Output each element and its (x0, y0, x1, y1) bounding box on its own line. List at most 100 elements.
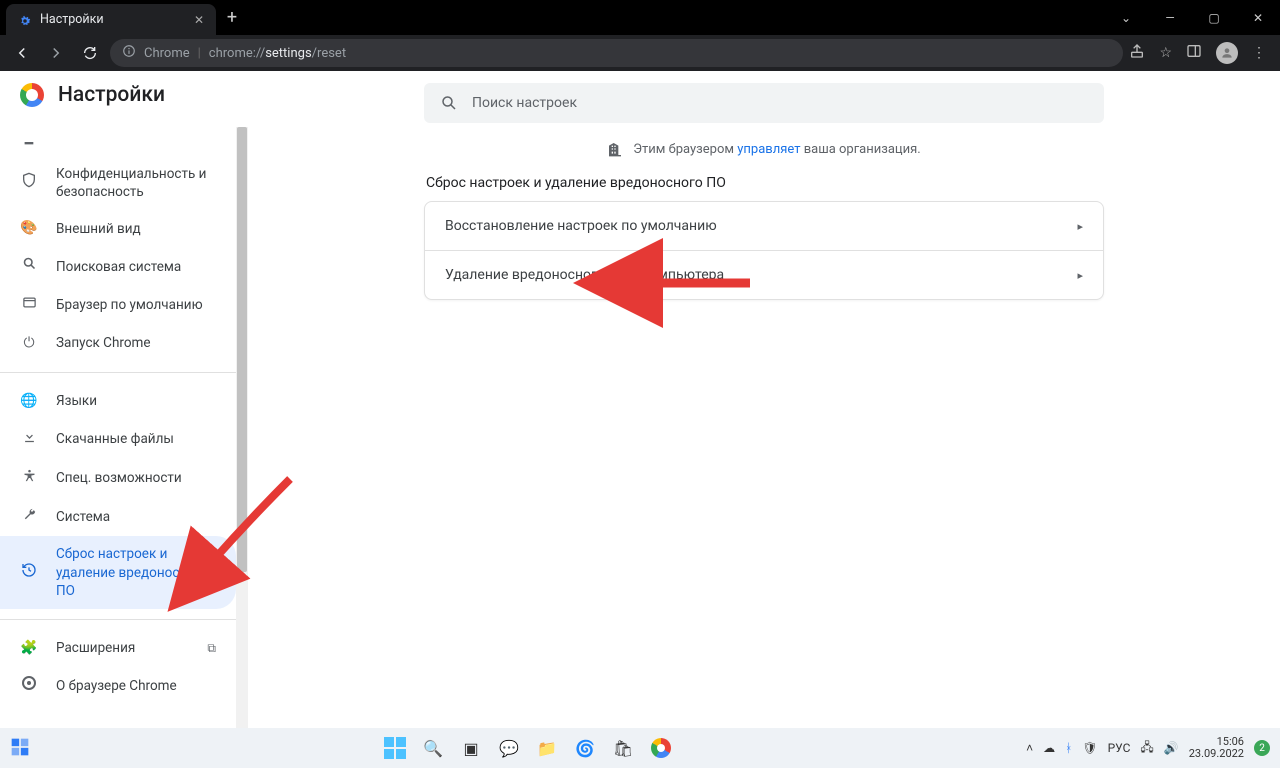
window-maximize-icon[interactable]: ▢ (1192, 0, 1236, 35)
managed-notice: Этим браузером управляет ваша организаци… (607, 141, 920, 157)
bookmark-star-icon[interactable]: ☆ (1159, 45, 1172, 61)
restore-icon (20, 562, 38, 584)
sidebar-item-label: Поисковая система (56, 258, 216, 276)
language-indicator[interactable]: РУС (1108, 741, 1131, 755)
sidebar-item-search-engine[interactable]: Поисковая система (0, 247, 236, 286)
row-restore-defaults[interactable]: Восстановление настроек по умолчанию ▸ (425, 202, 1103, 250)
share-icon[interactable] (1129, 43, 1145, 63)
row-cleanup-computer[interactable]: Удаление вредоносного ПО с компьютера ▸ (425, 250, 1103, 299)
site-info-icon[interactable] (122, 44, 136, 62)
taskbar-search-icon[interactable]: 🔍 (419, 734, 447, 762)
sidebar-item-extensions[interactable]: 🧩 Расширения ⧉ (0, 630, 236, 667)
puzzle-icon: 🧩 (20, 639, 38, 658)
volume-icon[interactable]: 🔊 (1164, 741, 1179, 755)
sidebar-item-truncated[interactable]: ━ (0, 133, 236, 156)
side-panel-icon[interactable] (1186, 43, 1202, 63)
reset-card: Восстановление настроек по умолчанию ▸ У… (424, 201, 1104, 300)
settings-search[interactable]: Поиск настроек (424, 83, 1104, 123)
tray-chevron-icon[interactable]: ˄ (1026, 741, 1033, 755)
bluetooth-icon[interactable]: ᚼ (1065, 741, 1072, 755)
building-icon (607, 141, 623, 157)
managed-text-prefix: Этим браузером (633, 142, 734, 157)
tab-title: Настройки (40, 12, 186, 27)
chrome-small-icon (20, 676, 38, 696)
task-view-icon[interactable]: ▣ (457, 734, 485, 762)
network-icon[interactable]: 🖧 (1140, 738, 1153, 759)
kebab-menu-icon[interactable]: ⋮ (1252, 45, 1266, 61)
store-icon[interactable]: 🛍 (609, 734, 637, 762)
address-bar[interactable]: Chrome | chrome://settings/reset (110, 39, 1123, 67)
wrench-icon (20, 507, 38, 528)
start-button[interactable] (381, 734, 409, 762)
row-label: Удаление вредоносного ПО с компьютера (445, 267, 724, 283)
window-minimize-icon[interactable]: — (1148, 0, 1192, 35)
row-label: Восстановление настроек по умолчанию (445, 218, 717, 234)
sidebar-item-appearance[interactable]: 🎨 Внешний вид (0, 210, 236, 247)
managed-text-suffix: ваша организация. (804, 142, 921, 157)
forward-button[interactable] (42, 39, 70, 67)
external-link-icon: ⧉ (207, 640, 216, 656)
chat-icon[interactable]: 💬 (495, 734, 523, 762)
back-button[interactable] (8, 39, 36, 67)
download-icon (20, 429, 38, 450)
windows-taskbar: 🔍 ▣ 💬 📁 🌀 🛍 ˄ ☁ ᚼ 🛡 РУС 🖧 🔊 15:06 23.09.… (0, 728, 1280, 768)
url-part-dim: chrome:// (209, 46, 265, 61)
sidebar-item-label: Спец. возможности (56, 469, 216, 487)
browser-tab[interactable]: Настройки ✕ (6, 4, 216, 35)
security-icon[interactable]: 🛡 (1082, 741, 1097, 755)
sidebar-item-downloads[interactable]: Скачанные файлы (0, 420, 236, 459)
widgets-icon[interactable] (10, 737, 30, 760)
settings-main: Поиск настроек Этим браузером управляет … (248, 71, 1280, 728)
sidebar-item-about[interactable]: О браузере Chrome (0, 667, 236, 705)
sidebar-item-startup[interactable]: ⏻ Запуск Chrome (0, 325, 236, 362)
sidebar-item-default-browser[interactable]: Браузер по умолчанию (0, 286, 236, 325)
taskbar-clock[interactable]: 15:06 23.09.2022 (1189, 736, 1244, 760)
window-close-icon[interactable]: ✕ (1236, 0, 1280, 35)
onedrive-icon[interactable]: ☁ (1043, 741, 1055, 755)
accessibility-icon (20, 468, 38, 489)
sidebar-item-label: Конфиденциальность и безопасность (56, 165, 216, 201)
reload-button[interactable] (76, 39, 104, 67)
sidebar-item-system[interactable]: Система (0, 498, 236, 537)
sidebar-item-label: Скачанные файлы (56, 430, 216, 448)
url-scheme-label: Chrome (144, 46, 190, 61)
window-dropdown-icon[interactable]: ⌄ (1104, 0, 1148, 35)
globe-icon: 🌐 (20, 392, 38, 411)
chevron-right-icon: ▸ (1077, 269, 1083, 282)
scrollbar-thumb[interactable] (237, 127, 247, 572)
search-placeholder: Поиск настроек (472, 95, 577, 111)
explorer-icon[interactable]: 📁 (533, 734, 561, 762)
tab-close-icon[interactable]: ✕ (194, 13, 204, 27)
sidebar-separator (0, 372, 236, 373)
managed-link[interactable]: управляет (737, 142, 800, 157)
sidebar-item-reset[interactable]: Сброс настроек и удаление вредоносного П… (0, 536, 236, 609)
edge-icon[interactable]: 🌀 (571, 734, 599, 762)
chrome-logo-icon (20, 83, 44, 107)
menu-icon: ━ (20, 135, 38, 154)
browser-toolbar: Chrome | chrome://settings/reset ☆ ⋮ (0, 35, 1280, 71)
search-icon (20, 256, 38, 277)
browser-icon (20, 295, 38, 316)
sidebar-item-languages[interactable]: 🌐 Языки (0, 383, 236, 420)
profile-avatar[interactable] (1216, 42, 1238, 64)
sidebar-scrollbar[interactable] (236, 127, 248, 728)
notification-badge[interactable]: 2 (1254, 740, 1270, 756)
sidebar-item-label: О браузере Chrome (56, 677, 216, 695)
sidebar-item-accessibility[interactable]: Спец. возможности (0, 459, 236, 498)
search-icon (440, 94, 458, 112)
settings-title: Настройки (58, 83, 165, 107)
sidebar-item-label: Запуск Chrome (56, 334, 216, 352)
new-tab-button[interactable]: + (216, 0, 248, 35)
sidebar-separator (0, 619, 236, 620)
sidebar-item-label: Языки (56, 392, 216, 410)
sidebar-item-label: Внешний вид (56, 220, 216, 238)
sidebar-item-label: Сброс настроек и удаление вредоносного П… (56, 545, 216, 600)
chrome-taskbar-icon[interactable] (647, 734, 675, 762)
settings-sidebar: Настройки ━ Конфиденциальность и безопас… (0, 71, 248, 728)
gear-icon (18, 13, 32, 27)
url-part-tail: /reset (312, 46, 346, 61)
shield-icon (20, 172, 38, 194)
sidebar-item-privacy[interactable]: Конфиденциальность и безопасность (0, 156, 236, 210)
power-icon: ⏻ (20, 334, 38, 353)
sidebar-item-label: Браузер по умолчанию (56, 296, 216, 314)
